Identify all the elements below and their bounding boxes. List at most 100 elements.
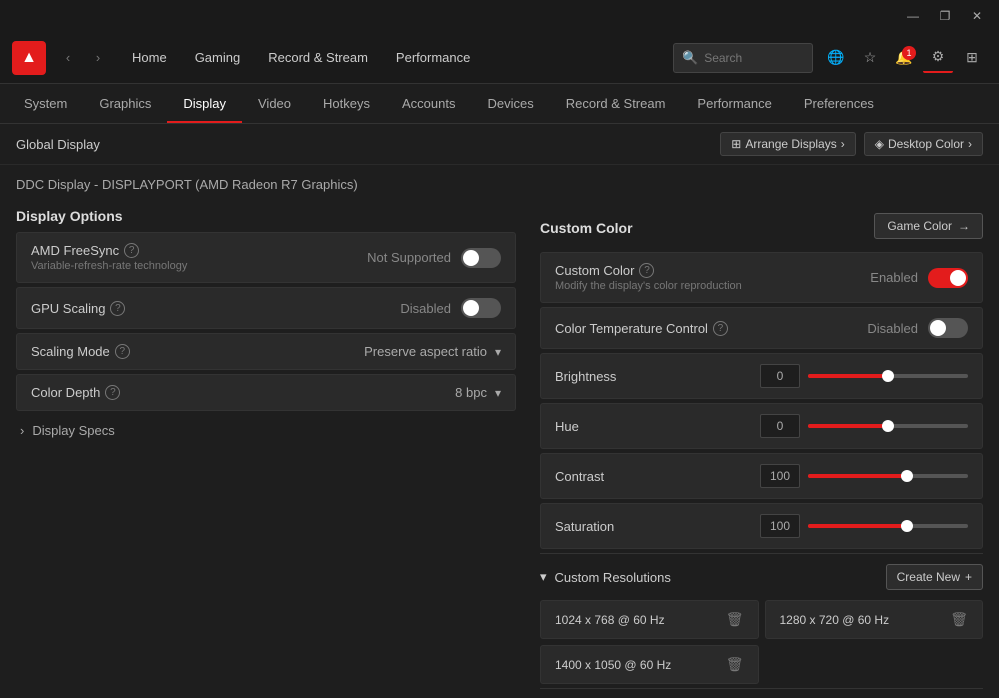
tab-hotkeys[interactable]: Hotkeys	[307, 84, 386, 123]
hue-thumb[interactable]	[882, 420, 894, 432]
tab-preferences[interactable]: Preferences	[788, 84, 890, 123]
gpu-scaling-toggle[interactable]	[461, 298, 501, 318]
freesync-right: Not Supported	[367, 248, 501, 268]
custom-resolutions-header: ▾ Custom Resolutions Create New +	[540, 553, 983, 600]
res-label-2: 1280 x 720 @ 60 Hz	[780, 613, 890, 627]
resolution-grid: 1024 x 768 @ 60 Hz 🗑 1280 x 720 @ 60 Hz …	[540, 600, 983, 684]
forward-button[interactable]: ›	[84, 44, 112, 72]
custom-res-toggle[interactable]: ▾ Custom Resolutions	[540, 569, 671, 585]
notification-badge: 1	[902, 46, 916, 60]
scaling-mode-label: Scaling Mode ?	[31, 344, 130, 359]
overrides-row[interactable]: › Overrides	[540, 688, 983, 698]
minimize-btn[interactable]: —	[899, 2, 927, 30]
custom-color-toggle[interactable]	[928, 268, 968, 288]
tab-accounts[interactable]: Accounts	[386, 84, 471, 123]
saturation-thumb[interactable]	[901, 520, 913, 532]
tab-system[interactable]: System	[8, 84, 83, 123]
search-input[interactable]	[704, 51, 804, 65]
color-depth-label-group: Color Depth ?	[31, 385, 120, 400]
delete-res-3-icon[interactable]: 🗑	[726, 656, 744, 673]
brightness-thumb[interactable]	[882, 370, 894, 382]
custom-color-row: Custom Color ? Modify the display's colo…	[540, 252, 983, 303]
nav-gaming[interactable]: Gaming	[183, 44, 253, 71]
color-depth-right[interactable]: 8 bpc ▾	[455, 385, 501, 400]
contrast-track[interactable]	[808, 474, 968, 478]
resolution-item-1: 1024 x 768 @ 60 Hz 🗑	[540, 600, 759, 639]
freesync-label-group: AMD FreeSync ? Variable-refresh-rate tec…	[31, 243, 187, 272]
custom-color-setting-label: Custom Color ?	[555, 263, 742, 278]
tab-graphics[interactable]: Graphics	[83, 84, 167, 123]
game-color-label: Game Color	[887, 219, 952, 233]
res-label-3: 1400 x 1050 @ 60 Hz	[555, 658, 671, 672]
tab-video[interactable]: Video	[242, 84, 307, 123]
scaling-mode-row: Scaling Mode ? Preserve aspect ratio ▾	[16, 333, 516, 370]
scaling-mode-right[interactable]: Preserve aspect ratio ▾	[364, 344, 501, 359]
color-depth-chevron-icon: ▾	[495, 386, 501, 400]
brightness-track[interactable]	[808, 374, 968, 378]
grid-icon-btn[interactable]: ⊞	[957, 43, 987, 73]
create-new-btn[interactable]: Create New +	[886, 564, 983, 590]
scaling-chevron-icon: ▾	[495, 345, 501, 359]
scaling-mode-help-icon[interactable]: ?	[115, 344, 130, 359]
delete-res-2-icon[interactable]: 🗑	[950, 611, 968, 628]
arrange-displays-btn[interactable]: ⊞ Arrange Displays ›	[720, 132, 855, 156]
color-temp-toggle[interactable]	[928, 318, 968, 338]
freesync-sublabel: Variable-refresh-rate technology	[31, 260, 187, 272]
globe-icon-btn[interactable]: 🌐	[821, 43, 851, 73]
freesync-help-icon[interactable]: ?	[124, 243, 139, 258]
titlebar: — ❐ ✕	[0, 0, 999, 32]
delete-res-1-icon[interactable]: 🗑	[726, 611, 744, 628]
tab-performance[interactable]: Performance	[681, 84, 787, 123]
nav-record-stream[interactable]: Record & Stream	[256, 44, 380, 71]
bell-icon-btn[interactable]: 🔔 1	[889, 43, 919, 73]
freesync-toggle[interactable]	[461, 248, 501, 268]
hue-row: Hue 0	[540, 403, 983, 449]
game-color-btn[interactable]: Game Color →	[874, 213, 983, 239]
gpu-scaling-help-icon[interactable]: ?	[110, 301, 125, 316]
hue-track[interactable]	[808, 424, 968, 428]
display-options-title: Display Options	[16, 196, 516, 232]
display-specs-row[interactable]: › Display Specs	[16, 415, 516, 446]
freesync-row: AMD FreeSync ? Variable-refresh-rate tec…	[16, 232, 516, 283]
nav-performance[interactable]: Performance	[384, 44, 482, 71]
gpu-scaling-label-group: GPU Scaling ?	[31, 301, 125, 316]
close-btn[interactable]: ✕	[963, 2, 991, 30]
contrast-label: Contrast	[555, 469, 635, 484]
tab-devices[interactable]: Devices	[471, 84, 549, 123]
gpu-scaling-thumb	[463, 300, 479, 316]
freesync-label: AMD FreeSync ?	[31, 243, 187, 258]
scaling-mode-value: Preserve aspect ratio	[364, 344, 487, 359]
contrast-thumb[interactable]	[901, 470, 913, 482]
contrast-value: 100	[760, 464, 800, 488]
tab-record-stream[interactable]: Record & Stream	[550, 84, 682, 123]
contrast-slider-right: 100	[635, 464, 968, 488]
resolution-item-3: 1400 x 1050 @ 60 Hz 🗑	[540, 645, 759, 684]
gpu-scaling-label: GPU Scaling ?	[31, 301, 125, 316]
color-depth-value: 8 bpc	[455, 385, 487, 400]
logo-button[interactable]: ▲	[12, 41, 46, 75]
gear-icon-btn[interactable]: ⚙	[923, 43, 953, 73]
star-icon-btn[interactable]: ☆	[855, 43, 885, 73]
custom-color-help-icon[interactable]: ?	[639, 263, 654, 278]
custom-color-sublabel: Modify the display's color reproduction	[555, 280, 742, 292]
color-depth-dropdown[interactable]: 8 bpc ▾	[455, 385, 501, 400]
search-box[interactable]: 🔍	[673, 43, 813, 73]
main-content: Global Display ⊞ Arrange Displays › ◈ De…	[0, 124, 999, 698]
desktop-color-icon: ◈	[875, 137, 884, 151]
freesync-value: Not Supported	[367, 250, 451, 265]
desktop-color-btn[interactable]: ◈ Desktop Color ›	[864, 132, 983, 156]
brightness-label: Brightness	[555, 369, 635, 384]
maximize-btn[interactable]: ❐	[931, 2, 959, 30]
color-temp-label: Color Temperature Control ?	[555, 321, 728, 336]
scaling-mode-dropdown[interactable]: Preserve aspect ratio ▾	[364, 344, 501, 359]
brightness-value: 0	[760, 364, 800, 388]
nav-home[interactable]: Home	[120, 44, 179, 71]
tab-display[interactable]: Display	[167, 84, 242, 123]
global-display-title: Global Display	[16, 137, 100, 152]
global-header: Global Display ⊞ Arrange Displays › ◈ De…	[0, 124, 999, 165]
saturation-track[interactable]	[808, 524, 968, 528]
color-temp-help-icon[interactable]: ?	[713, 321, 728, 336]
color-depth-help-icon[interactable]: ?	[105, 385, 120, 400]
back-button[interactable]: ‹	[54, 44, 82, 72]
nav-icons: 🌐 ☆ 🔔 1 ⚙ ⊞	[821, 43, 987, 73]
